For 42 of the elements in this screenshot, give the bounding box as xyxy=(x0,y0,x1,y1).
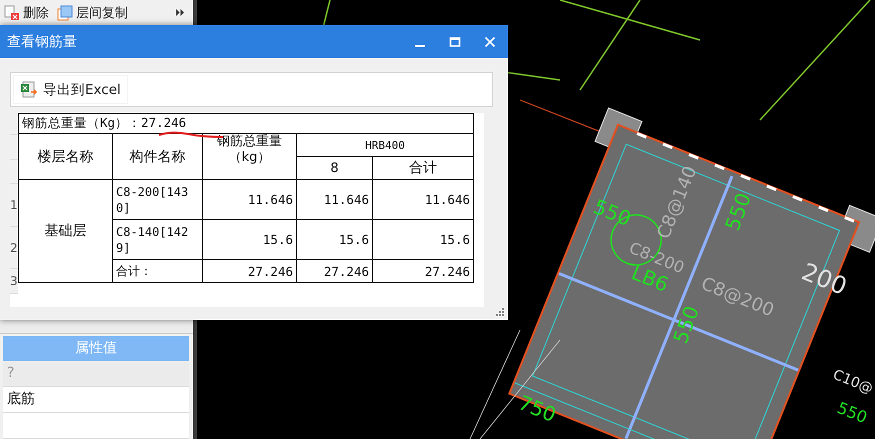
column-header: 构件名称 xyxy=(112,134,202,180)
row-number: 3 xyxy=(10,269,18,294)
delete-icon xyxy=(4,4,20,20)
close-icon[interactable] xyxy=(484,36,496,48)
table-cell: 合计： xyxy=(112,260,202,282)
property-cell[interactable] xyxy=(3,413,189,439)
table-cell: 11.646 xyxy=(372,180,474,220)
resize-grip-icon[interactable] xyxy=(496,308,504,316)
table-cell: 27.246 xyxy=(202,260,296,282)
cad-label: 550 xyxy=(668,302,704,347)
table-cell: 15.6 xyxy=(202,220,296,260)
window-title: 查看钢筋量 xyxy=(7,32,78,50)
column-header: 8 xyxy=(296,156,372,180)
maximize-icon[interactable] xyxy=(449,36,461,48)
table-cell: 27.246 xyxy=(296,260,372,282)
cad-label: 200 xyxy=(798,258,851,301)
cad-label: 750 xyxy=(515,390,560,427)
copy-icon xyxy=(57,4,73,20)
column-header: 合计 xyxy=(372,156,474,180)
table-cell: 15.6 xyxy=(296,220,372,260)
table-cell: C8-140[1429] xyxy=(112,220,202,260)
toolbar-button[interactable]: 层间复制 xyxy=(55,2,130,24)
table-cell: 27.246 xyxy=(372,260,474,282)
spreadsheet-export-icon xyxy=(20,80,38,98)
export-button[interactable]: 导出到Excel xyxy=(13,75,128,104)
column-header: 属性值 xyxy=(3,336,189,361)
table-cell: 基础层 xyxy=(18,180,112,282)
column-header: HRB400 xyxy=(296,134,474,156)
more-icon[interactable] xyxy=(176,9,185,16)
cad-label: 550 xyxy=(720,190,756,234)
cad-label: 550 xyxy=(834,398,870,428)
cad-label: 550 xyxy=(590,194,635,231)
table-cell: 11.646 xyxy=(202,180,296,220)
summary-text: 钢筋总重量（Kg）：27.246 xyxy=(18,114,474,134)
toolbar-button[interactable]: 删除 xyxy=(2,2,51,24)
table-cell: C8-200[1430] xyxy=(112,180,202,220)
table-cell: 11.646 xyxy=(296,180,372,220)
row-number: 2 xyxy=(10,227,18,269)
column-header: 楼层名称 xyxy=(18,134,112,180)
table-cell: 15.6 xyxy=(372,220,474,260)
row-number: 1 xyxy=(10,184,18,227)
property-cell[interactable]: 底筋 xyxy=(3,387,189,413)
